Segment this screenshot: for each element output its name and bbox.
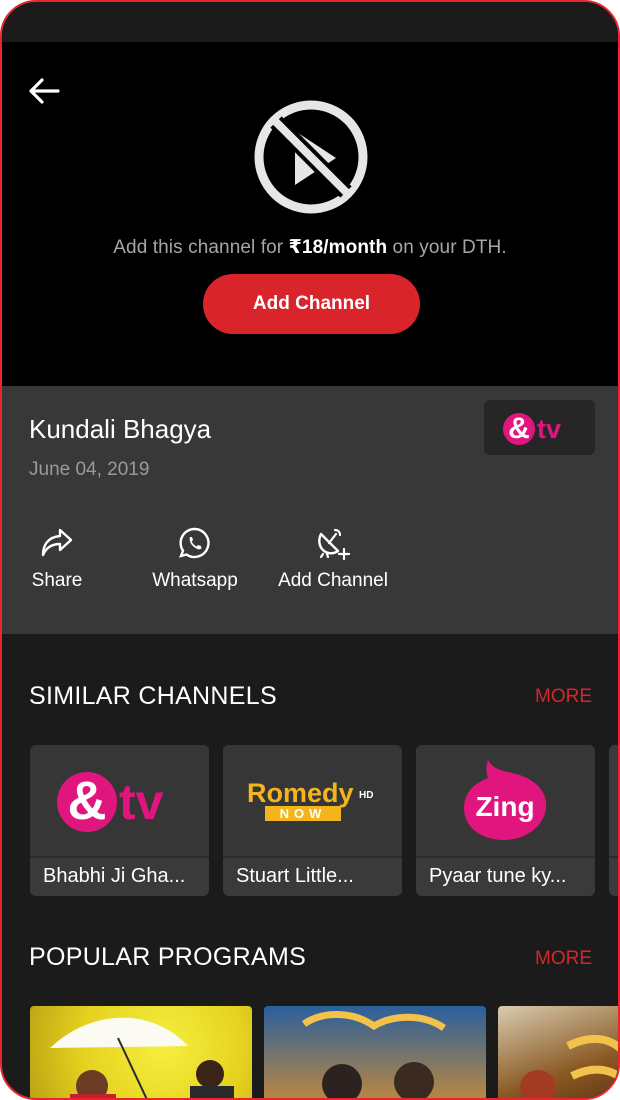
message-suffix: on your DTH. — [387, 237, 507, 258]
satellite-dish-add-icon — [318, 528, 351, 560]
similar-channels-more-link[interactable]: MORE — [535, 686, 592, 708]
video-player: Add this channel for ₹18/month on your D… — [2, 42, 618, 386]
zing-logo: Zing — [463, 759, 546, 840]
popular-programs-heading: POPULAR PROGRAMS — [29, 943, 307, 971]
program-info-panel: Kundali Bhagya June 04, 2019 & tv Share — [2, 386, 618, 634]
share-label: Share — [31, 570, 83, 591]
phone-frame: Add this channel for ₹18/month on your D… — [0, 0, 620, 1100]
action-bar: Share Whatsapp Add Channel — [2, 526, 618, 606]
share-icon — [41, 528, 73, 557]
status-bar — [2, 2, 618, 42]
svg-text:Romedy: Romedy — [247, 778, 354, 808]
program-thumbnail[interactable] — [264, 1006, 486, 1098]
channel-thumbnail: & tv — [30, 745, 209, 856]
message-prefix: Add this channel for — [113, 237, 289, 258]
card-divider — [609, 856, 618, 858]
channel-thumbnail: Romedy HD NOW — [223, 745, 402, 856]
channel-card[interactable]: Romedy HD NOW Stuart Little... — [223, 745, 402, 896]
share-action[interactable]: Share — [29, 526, 85, 592]
program-thumbnail[interactable] — [30, 1006, 252, 1098]
program-poster-image — [520, 1035, 618, 1098]
program-poster-image — [301, 1010, 447, 1098]
whatsapp-action[interactable]: Whatsapp — [148, 526, 242, 592]
program-poster-image — [50, 1017, 234, 1098]
svg-text:NOW: NOW — [279, 806, 326, 821]
program-title: Kundali Bhagya — [29, 414, 212, 444]
add-channel-button[interactable]: Add Channel — [203, 274, 420, 334]
svg-text:HD: HD — [359, 790, 373, 801]
add-channel-action[interactable]: Add Channel — [274, 526, 392, 592]
channel-card-title: Bhabhi Ji Gha... — [43, 865, 186, 887]
channel-logo[interactable]: & tv — [484, 400, 595, 455]
channel-card-title: Pyaar tune ky... — [429, 865, 567, 887]
svg-text:&: & — [508, 412, 530, 445]
andtv-logo: & tv — [56, 771, 164, 832]
similar-channels-heading: SIMILAR CHANNELS — [29, 682, 277, 710]
popular-programs-more-link[interactable]: MORE — [535, 948, 592, 970]
svg-text:Zing: Zing — [475, 791, 534, 822]
channel-card-partial[interactable] — [609, 745, 618, 896]
add-channel-label: Add Channel — [278, 570, 388, 591]
subscription-message: Add this channel for ₹18/month on your D… — [2, 236, 618, 259]
svg-text:&: & — [67, 771, 106, 831]
channel-card[interactable]: & tv Bhabhi Ji Gha... — [30, 745, 209, 896]
card-divider — [223, 856, 402, 858]
back-arrow-icon[interactable] — [24, 72, 64, 112]
program-thumbnail[interactable] — [498, 1006, 618, 1098]
romedy-now-logo: Romedy HD NOW — [247, 778, 373, 821]
card-divider — [30, 856, 209, 858]
card-divider — [416, 856, 595, 858]
svg-text:tv: tv — [119, 774, 164, 830]
svg-text:tv: tv — [537, 414, 561, 444]
channel-card[interactable]: Zing Pyaar tune ky... — [416, 745, 595, 896]
channel-thumbnail: Zing — [416, 745, 595, 856]
channel-card-title: Stuart Little... — [236, 865, 354, 887]
whatsapp-label: Whatsapp — [152, 570, 238, 591]
andtv-logo: & tv — [502, 412, 561, 445]
program-date: June 04, 2019 — [29, 459, 150, 480]
play-blocked-icon — [254, 100, 368, 214]
whatsapp-icon — [179, 527, 210, 559]
price: ₹18/month — [288, 237, 388, 258]
